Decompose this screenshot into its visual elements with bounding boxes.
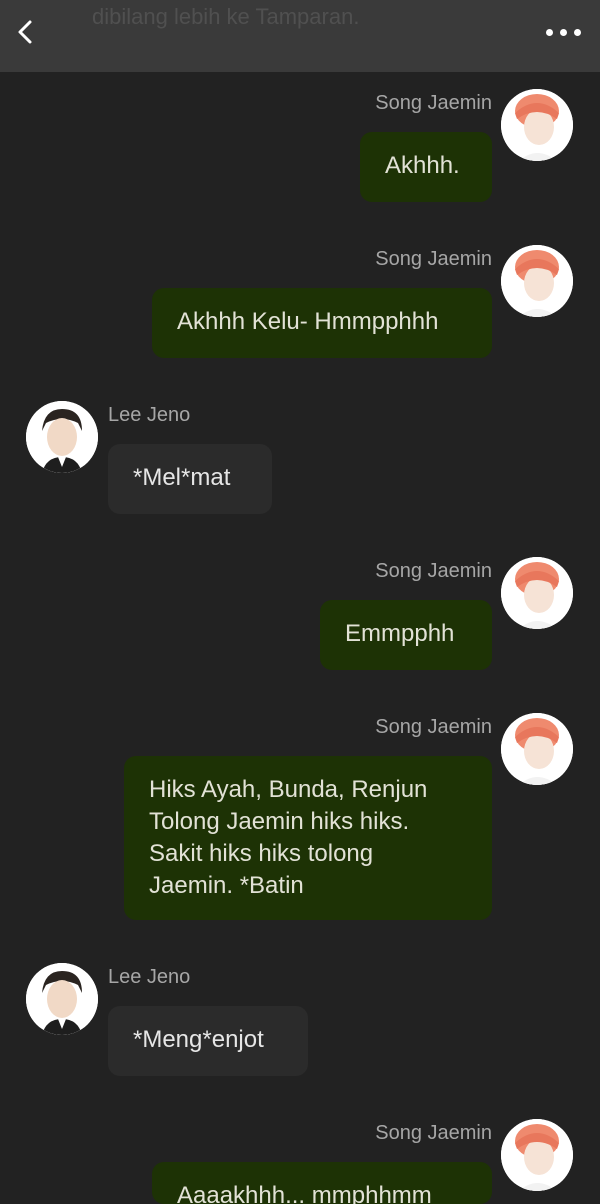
chevron-left-icon (18, 20, 32, 44)
message-bubble[interactable]: *Meng*enjot (108, 1006, 308, 1076)
person-avatar-icon (501, 1119, 573, 1191)
message-bubble[interactable]: Hiks Ayah, Bunda, Renjun Tolong Jaemin h… (124, 756, 492, 920)
person-avatar-icon (501, 89, 573, 161)
sender-name: Lee Jeno (108, 966, 191, 988)
sender-name: Lee Jeno (108, 404, 191, 426)
person-avatar-icon (26, 401, 98, 473)
sender-name: Song Jaemin (375, 248, 492, 270)
chat-header: dibilang lebih ke Tamparan. (0, 0, 600, 72)
sender-name: Song Jaemin (375, 716, 492, 738)
person-avatar-icon (501, 713, 573, 785)
more-options-button[interactable] (544, 20, 584, 44)
person-avatar-icon (501, 245, 573, 317)
avatar-song-jaemin[interactable] (501, 245, 573, 317)
sender-name: Song Jaemin (375, 1122, 492, 1144)
message-bubble[interactable]: *Mel*mat (108, 444, 272, 514)
person-avatar-icon (26, 963, 98, 1035)
header-title: dibilang lebih ke Tamparan. (92, 4, 360, 29)
chat-screen: dibilang lebih ke Tamparan. Song Jaemin … (0, 0, 600, 1204)
person-avatar-icon (501, 557, 573, 629)
more-horizontal-icon (574, 29, 581, 36)
message-bubble[interactable]: Akhhh. (360, 132, 492, 202)
avatar-song-jaemin[interactable] (501, 89, 573, 161)
message-bubble[interactable]: Akhhh Kelu- Hmmpphhh (152, 288, 492, 358)
avatar-lee-jeno[interactable] (26, 401, 98, 473)
more-horizontal-icon (560, 29, 567, 36)
message-bubble[interactable]: Aaaakhhh... mmphhmm (152, 1162, 492, 1204)
avatar-song-jaemin[interactable] (501, 1119, 573, 1191)
sender-name: Song Jaemin (375, 92, 492, 114)
avatar-song-jaemin[interactable] (501, 557, 573, 629)
sender-name: Song Jaemin (375, 560, 492, 582)
more-horizontal-icon (546, 29, 553, 36)
avatar-song-jaemin[interactable] (501, 713, 573, 785)
message-list[interactable]: Song Jaemin Akhhh. Song Jaemin Akhhh Kel… (0, 72, 600, 1204)
back-button[interactable] (8, 14, 44, 50)
avatar-lee-jeno[interactable] (26, 963, 98, 1035)
message-bubble[interactable]: Emmpphh (320, 600, 492, 670)
